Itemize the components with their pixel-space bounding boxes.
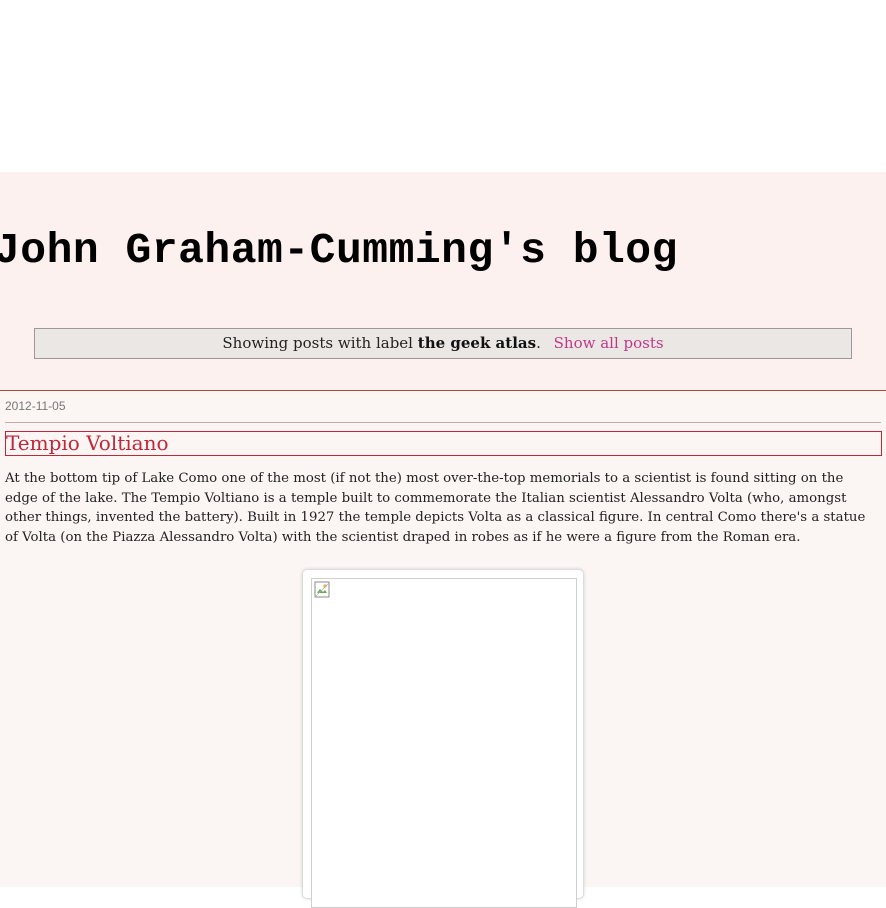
main-content: 2012-11-05 Tempio Voltiano At the bottom…: [0, 390, 886, 908]
label-suffix: .: [536, 334, 541, 352]
date-divider: [5, 422, 881, 423]
top-blank-area: [0, 0, 886, 172]
label-name: the geek atlas: [417, 334, 537, 352]
show-all-posts-link[interactable]: Show all posts: [554, 334, 664, 352]
label-prefix: Showing posts with label: [222, 334, 413, 352]
broken-image-icon: [314, 581, 330, 598]
post-date: 2012-11-05: [5, 399, 66, 413]
label-status-bar: Showing posts with label the geek atlas.…: [34, 328, 852, 359]
post-body: At the bottom tip of Lake Como one of th…: [5, 471, 866, 545]
post-title-link[interactable]: Tempio Voltiano: [5, 431, 882, 456]
post-image-frame[interactable]: [302, 569, 584, 908]
post-image[interactable]: [311, 578, 577, 908]
blog-title[interactable]: John Graham-Cumming's blog: [0, 226, 678, 275]
